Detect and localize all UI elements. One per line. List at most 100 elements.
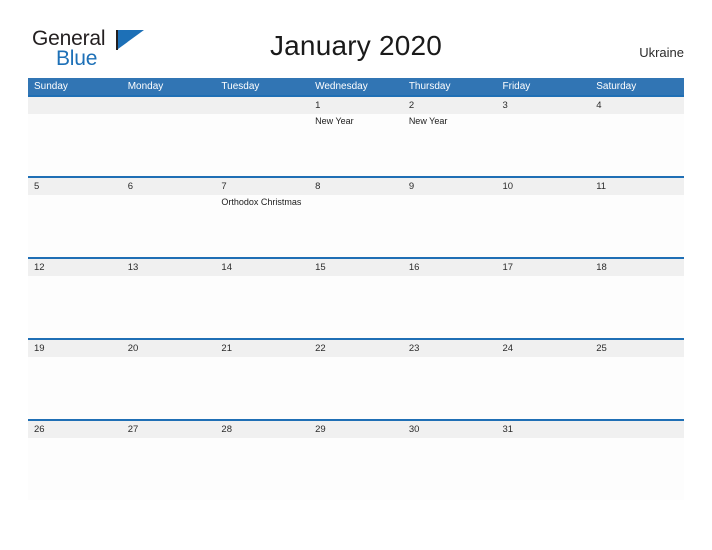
- calendar-week-row: 19 20 21 22 23 24 25: [28, 338, 684, 419]
- day-number[interactable]: 24: [497, 340, 591, 357]
- day-events: [122, 114, 216, 176]
- day-events: [215, 114, 309, 176]
- day-number[interactable]: 27: [122, 421, 216, 438]
- day-number[interactable]: 25: [590, 340, 684, 357]
- day-number[interactable]: 17: [497, 259, 591, 276]
- page-header: General Blue January 2020 Ukraine: [0, 0, 712, 76]
- day-number[interactable]: 13: [122, 259, 216, 276]
- day-events: [497, 195, 591, 257]
- weekday-tuesday: Tuesday: [221, 81, 260, 92]
- day-events: [28, 195, 122, 257]
- day-number[interactable]: 9: [403, 178, 497, 195]
- day-number: [28, 97, 122, 114]
- day-number[interactable]: 3: [497, 97, 591, 114]
- day-number[interactable]: 2: [403, 97, 497, 114]
- day-number[interactable]: 5: [28, 178, 122, 195]
- page-title: January 2020: [269, 30, 443, 61]
- day-events[interactable]: New Year: [309, 114, 403, 176]
- day-events[interactable]: New Year: [403, 114, 497, 176]
- event-label: Orthodox Christmas: [221, 197, 302, 207]
- day-events: [309, 195, 403, 257]
- day-number[interactable]: 8: [309, 178, 403, 195]
- day-events: [28, 438, 122, 500]
- day-events: [28, 114, 122, 176]
- day-events: [403, 195, 497, 257]
- week-event-strip: New Year New Year: [28, 114, 684, 176]
- day-number: [215, 97, 309, 114]
- day-number[interactable]: 23: [403, 340, 497, 357]
- week-date-strip: 1234: [28, 95, 684, 114]
- calendar-week-row: 1 2 3 4 New Year New Year: [28, 95, 684, 176]
- day-number: [590, 421, 684, 438]
- day-events: [122, 276, 216, 338]
- weekday-friday: Friday: [502, 81, 531, 92]
- week-date-strip: 12 13 14 15 16 17 18: [28, 257, 684, 276]
- day-number[interactable]: 20: [122, 340, 216, 357]
- day-number[interactable]: 6: [122, 178, 216, 195]
- day-events: [215, 276, 309, 338]
- day-number[interactable]: 21: [215, 340, 309, 357]
- general-blue-logo[interactable]: General Blue: [30, 28, 160, 70]
- day-number: [122, 97, 216, 114]
- day-events: [309, 438, 403, 500]
- day-number[interactable]: 10: [497, 178, 591, 195]
- day-events: [497, 357, 591, 419]
- day-events: [215, 357, 309, 419]
- weekday-wednesday: Wednesday: [315, 81, 368, 92]
- day-number[interactable]: 12: [28, 259, 122, 276]
- calendar-weeks: 1 2 3 4 New Year New Year 5 6 7 8 9 10 11 Orthodox Ch…: [28, 95, 684, 500]
- day-events: [497, 276, 591, 338]
- day-number[interactable]: 14: [215, 259, 309, 276]
- day-number[interactable]: 4: [590, 97, 684, 114]
- day-number[interactable]: 30: [403, 421, 497, 438]
- logo-text-general: General: [32, 27, 106, 50]
- day-events: [122, 357, 216, 419]
- day-number[interactable]: 22: [309, 340, 403, 357]
- weekday-thursday: Thursday: [408, 81, 451, 92]
- weekday-header-row: Sunday Monday Tuesday Wednesday Thursday…: [28, 78, 684, 95]
- day-events: [590, 195, 684, 257]
- day-events: [497, 114, 591, 176]
- blue-flag-icon: [118, 30, 144, 49]
- day-number[interactable]: 31: [497, 421, 591, 438]
- day-number[interactable]: 15: [309, 259, 403, 276]
- calendar-week-row: 5 6 7 8 9 10 11 Orthodox Christmas: [28, 176, 684, 257]
- day-events: [590, 438, 684, 500]
- day-events: [309, 357, 403, 419]
- day-number[interactable]: 11: [590, 178, 684, 195]
- week-date-strip: 26 27 28 29 30 31: [28, 419, 684, 438]
- day-events: [28, 357, 122, 419]
- day-events: [122, 438, 216, 500]
- day-events: [590, 357, 684, 419]
- weekday-monday: Monday: [127, 81, 164, 92]
- day-events: [590, 276, 684, 338]
- week-event-strip: [28, 276, 684, 338]
- event-label: New Year: [315, 116, 354, 126]
- week-event-strip: [28, 438, 684, 500]
- day-events: [28, 276, 122, 338]
- week-date-strip: 5 6 7 8 9 10 11: [28, 176, 684, 195]
- day-events: [309, 276, 403, 338]
- week-event-strip: [28, 357, 684, 419]
- day-events: [497, 438, 591, 500]
- day-number[interactable]: 18: [590, 259, 684, 276]
- calendar-week-row: 26 27 28 29 30 31: [28, 419, 684, 500]
- day-number[interactable]: 28: [215, 421, 309, 438]
- week-event-strip: Orthodox Christmas: [28, 195, 684, 257]
- day-events: [590, 114, 684, 176]
- weekday-sunday: Sunday: [34, 81, 68, 92]
- day-events: [403, 438, 497, 500]
- weekday-saturday: Saturday: [596, 81, 637, 92]
- day-events: [122, 195, 216, 257]
- day-number[interactable]: 16: [403, 259, 497, 276]
- day-number[interactable]: 7: [215, 178, 309, 195]
- day-number[interactable]: 19: [28, 340, 122, 357]
- day-number[interactable]: 26: [28, 421, 122, 438]
- calendar-table: Sunday Monday Tuesday Wednesday Thursday…: [28, 78, 684, 500]
- logo-text-blue: Blue: [56, 47, 98, 70]
- week-date-strip: 19 20 21 22 23 24 25: [28, 338, 684, 357]
- day-events: [215, 438, 309, 500]
- day-number[interactable]: 29: [309, 421, 403, 438]
- day-number[interactable]: 1: [309, 97, 403, 114]
- day-events[interactable]: Orthodox Christmas: [215, 195, 309, 257]
